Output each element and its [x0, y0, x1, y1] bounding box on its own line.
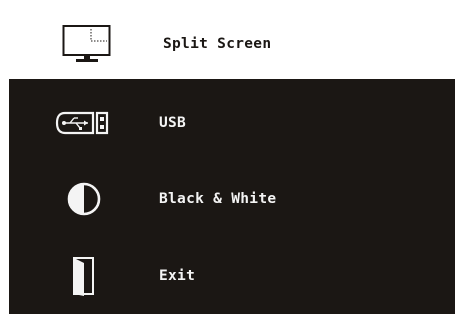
menu-item-usb[interactable]: USB — [9, 89, 455, 157]
contrast-icon — [9, 164, 159, 234]
menu-item-label: USB — [159, 115, 187, 131]
menu-item-label: Split Screen — [163, 36, 272, 52]
menu-item-label: Black & White — [159, 191, 277, 207]
door-exit-icon — [9, 241, 159, 311]
menu-item-split-screen[interactable]: Split Screen — [9, 9, 455, 79]
menu-item-label: Exit — [159, 268, 196, 284]
menu-item-black-white[interactable]: Black & White — [9, 164, 455, 234]
osd-menu: Split Screen USB Black & White Exit — [9, 9, 455, 314]
monitor-split-icon — [9, 9, 163, 79]
usb-icon — [9, 89, 159, 157]
menu-item-exit[interactable]: Exit — [9, 241, 455, 311]
